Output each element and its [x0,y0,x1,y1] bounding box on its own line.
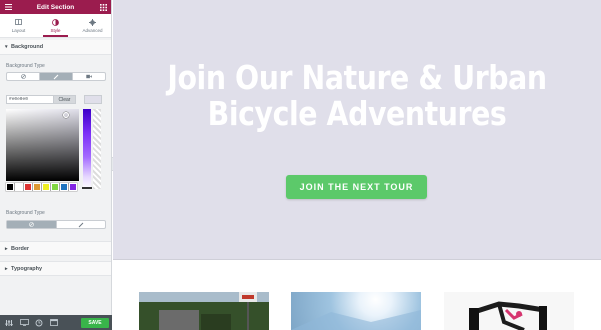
join-tour-button[interactable]: JOIN THE NEXT TOUR [286,175,427,199]
background-type-none-hover[interactable] [7,221,57,228]
background-type-label: Background Type [6,63,45,69]
palette-swatch[interactable] [60,183,68,191]
panel-footer: SAVE [0,315,112,330]
alpha-slider[interactable] [93,109,101,189]
brush-icon [78,222,84,227]
none-icon [28,222,34,227]
brush-icon [53,74,59,79]
background-type-label-hover: Background Type [6,210,45,216]
tab-layout-label: Layout [11,27,26,33]
palette-swatch[interactable] [33,183,41,191]
panel-title: Edit Section [36,3,75,11]
palette-swatch[interactable] [15,183,23,191]
background-section-title: Background [11,44,44,50]
tab-advanced-label: Advanced [82,27,103,33]
tab-style-label: Style [50,27,61,33]
tab-advanced[interactable]: Advanced [74,14,111,37]
hero-heading: Join Our Nature & Urban Bicycle Adventur… [167,58,547,133]
responsive-icon[interactable] [18,317,30,328]
page-canvas: Join Our Nature & Urban Bicycle Adventur… [113,0,601,330]
clear-color-button[interactable]: Clear [54,95,76,104]
background-type-control [6,72,106,81]
video-icon [86,74,92,79]
palette-swatch[interactable] [42,183,50,191]
palette-swatch[interactable] [6,183,14,191]
tab-layout[interactable]: Layout [0,14,37,37]
background-type-classic[interactable] [40,73,73,80]
settings-icon[interactable] [3,317,15,328]
palette-swatch[interactable] [51,183,59,191]
palette-swatch[interactable] [24,183,32,191]
palette-swatch[interactable] [69,183,77,191]
gear-icon [89,18,96,26]
history-icon[interactable] [33,317,45,328]
editor-panel: Edit Section Layout Style Advanced ▾ Bac… [0,0,112,330]
gallery-image-sky [291,292,421,330]
border-section-header[interactable]: ▸ Border [0,241,111,256]
background-type-control-hover [6,220,106,229]
border-section-title: Border [11,245,30,252]
current-color-swatch[interactable] [84,95,102,104]
color-hex-input[interactable]: #e0e0e0 [6,95,54,104]
background-section-header[interactable]: ▾ Background [0,40,111,55]
hue-slider[interactable] [83,109,91,189]
save-button[interactable]: SAVE [81,317,109,328]
contrast-icon [52,18,59,26]
color-hex-row: #e0e0e0 Clear [6,95,76,104]
saturation-picker[interactable] [6,109,79,181]
background-type-video[interactable] [73,73,105,80]
typography-section-header[interactable]: ▸ Typography [0,261,111,276]
hero-section[interactable]: Join Our Nature & Urban Bicycle Adventur… [113,0,601,260]
layout-icon [15,19,22,26]
gallery-image-street [139,292,269,330]
apps-grid-icon[interactable] [99,3,107,11]
hamburger-menu-icon[interactable] [4,3,12,11]
typography-section-title: Typography [11,265,43,272]
background-type-classic-hover[interactable] [57,221,106,228]
preview-icon[interactable] [48,317,60,328]
none-icon [20,74,26,79]
gallery-image-bicycle [444,292,574,330]
panel-tabs: Layout Style Advanced [0,14,111,38]
tab-style[interactable]: Style [37,14,74,37]
saturation-handle[interactable] [63,112,69,118]
hue-slider-handle[interactable] [82,187,92,189]
color-palette [6,183,77,191]
background-type-none[interactable] [7,73,40,80]
panel-header: Edit Section [0,0,111,14]
